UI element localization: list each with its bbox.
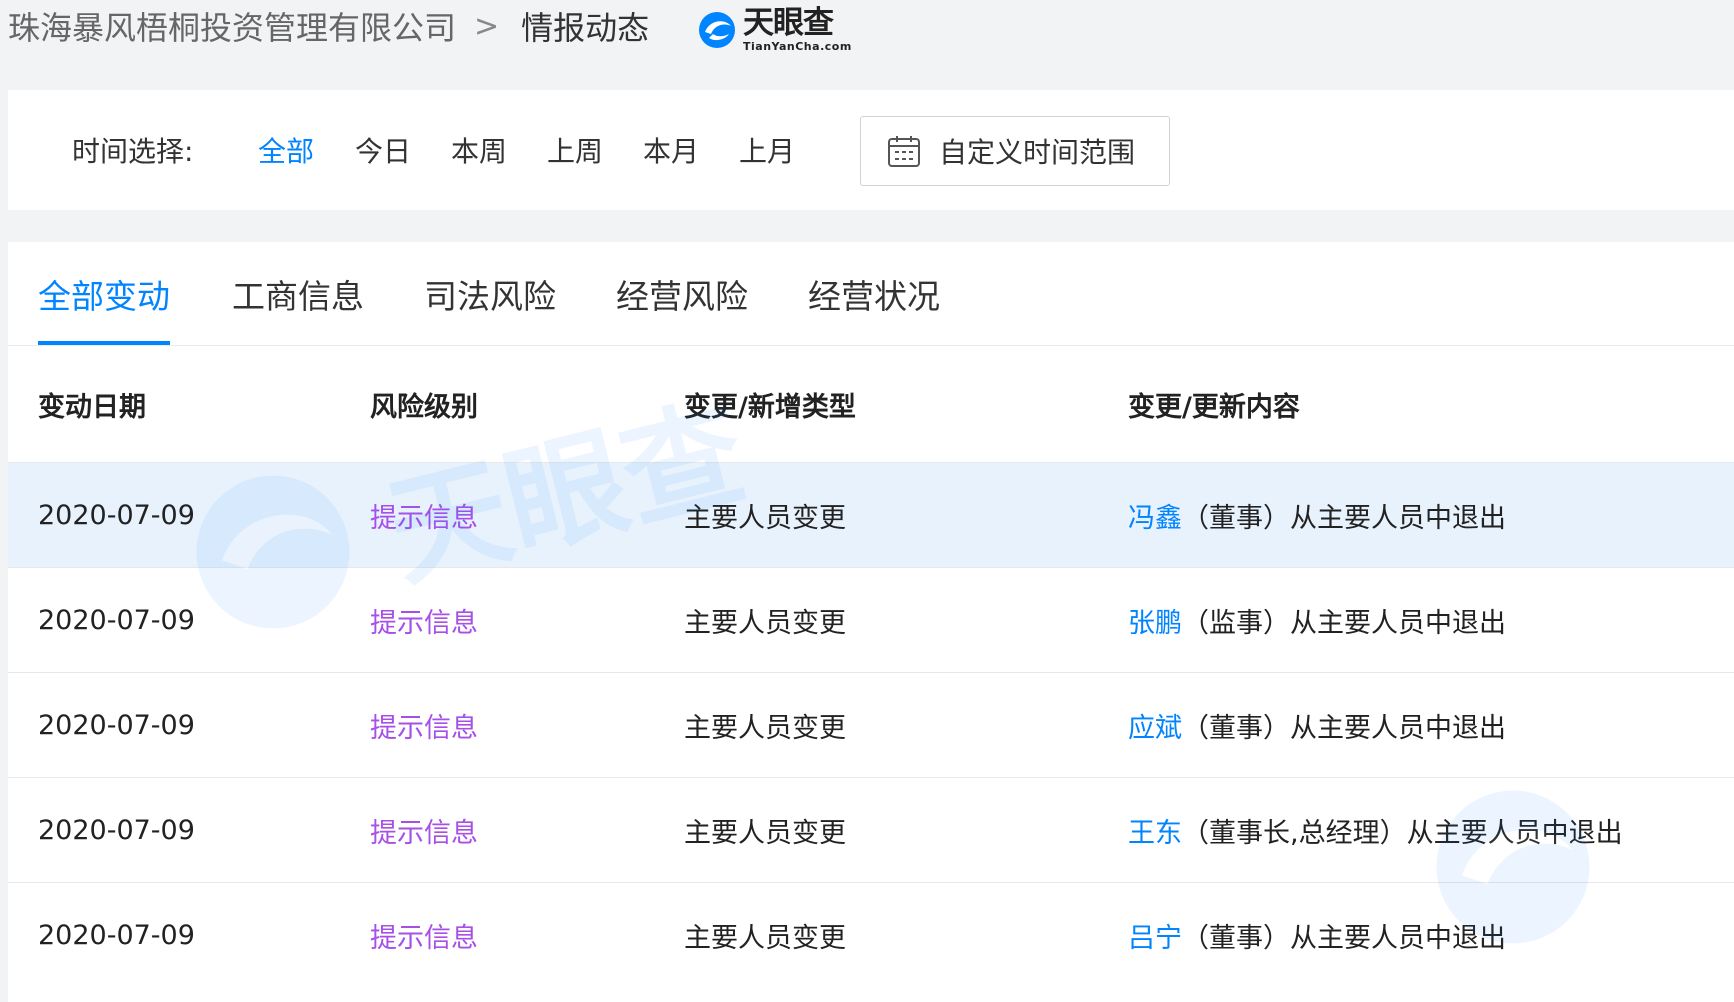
cell-risk-level[interactable]: 提示信息 — [370, 883, 478, 987]
time-filter-panel: 时间选择: 全部 今日 本周 上周 本月 上月 自定义时间范围 — [8, 90, 1734, 210]
content-text: （董事）从主要人员中退出 — [1182, 922, 1506, 954]
category-tabs: 全部变动 工商信息 司法风险 经营风险 经营状况 — [8, 242, 1734, 346]
cell-change-type: 主要人员变更 — [684, 922, 846, 954]
person-link[interactable]: 冯鑫 — [1128, 496, 1182, 535]
tab-operating-status[interactable]: 经营状况 — [808, 242, 940, 345]
breadcrumb-separator-icon: > — [474, 8, 500, 44]
changes-panel: 全部变动 工商信息 司法风险 经营风险 经营状况 变动日期 风险级别 变更/新增… — [8, 242, 1734, 1002]
logo-text-cn: 天眼查 — [743, 5, 834, 41]
tab-judicial-risk[interactable]: 司法风险 — [424, 242, 556, 345]
cell-risk-level[interactable]: 提示信息 — [370, 463, 478, 567]
content-text: （董事）从主要人员中退出 — [1182, 502, 1506, 534]
custom-range-label: 自定义时间范围 — [939, 136, 1136, 169]
table-header: 变动日期 风险级别 变更/新增类型 变更/更新内容 — [8, 346, 1734, 463]
cell-risk-level[interactable]: 提示信息 — [370, 568, 478, 672]
time-option-this-week[interactable]: 本周 — [451, 90, 507, 210]
column-header-type: 变更/新增类型 — [684, 392, 856, 423]
cell-change-type: 主要人员变更 — [684, 712, 846, 744]
person-link[interactable]: 吕宁 — [1128, 916, 1182, 955]
cell-content: 吕宁 （董事）从主要人员中退出 — [1128, 883, 1506, 987]
time-option-all[interactable]: 全部 — [258, 90, 314, 210]
cell-risk-level[interactable]: 提示信息 — [370, 673, 478, 777]
tab-operating-risk[interactable]: 经营风险 — [616, 242, 748, 345]
cell-date: 2020-07-09 — [38, 919, 195, 951]
table-row[interactable]: 2020-07-09 提示信息 主要人员变更 冯鑫 （董事）从主要人员中退出 — [8, 462, 1734, 567]
cell-change-type: 主要人员变更 — [684, 817, 846, 849]
time-option-this-month[interactable]: 本月 — [643, 90, 699, 210]
cell-content: 张鹏 （监事）从主要人员中退出 — [1128, 568, 1506, 672]
content-text: （董事长,总经理）从主要人员中退出 — [1182, 817, 1623, 849]
person-link[interactable]: 应斌 — [1128, 706, 1182, 745]
cell-change-type: 主要人员变更 — [684, 502, 846, 534]
cell-date: 2020-07-09 — [38, 814, 195, 846]
table-row[interactable]: 2020-07-09 提示信息 主要人员变更 吕宁 （董事）从主要人员中退出 — [8, 882, 1734, 987]
table-row[interactable]: 2020-07-09 提示信息 主要人员变更 王东 （董事长,总经理）从主要人员中… — [8, 777, 1734, 882]
person-link[interactable]: 王东 — [1128, 811, 1182, 850]
tab-business-info[interactable]: 工商信息 — [232, 242, 364, 345]
cell-content: 冯鑫 （董事）从主要人员中退出 — [1128, 463, 1506, 567]
person-link[interactable]: 张鹏 — [1128, 601, 1182, 640]
content-text: （董事）从主要人员中退出 — [1182, 712, 1506, 744]
cell-change-type: 主要人员变更 — [684, 607, 846, 639]
table-row[interactable]: 2020-07-09 提示信息 主要人员变更 张鹏 （监事）从主要人员中退出 — [8, 567, 1734, 672]
time-option-today[interactable]: 今日 — [355, 90, 411, 210]
cell-content: 应斌 （董事）从主要人员中退出 — [1128, 673, 1506, 777]
time-filter-label: 时间选择: — [72, 135, 194, 168]
tianyancha-logo-icon — [699, 12, 735, 48]
column-header-date: 变动日期 — [38, 392, 146, 423]
cell-date: 2020-07-09 — [38, 499, 195, 531]
time-option-last-month[interactable]: 上月 — [739, 90, 795, 210]
logo-text-en: TianYanCha.com — [743, 40, 852, 53]
column-header-risk: 风险级别 — [370, 392, 478, 423]
tianyancha-logo[interactable]: 天眼查 TianYanCha.com — [697, 6, 852, 54]
breadcrumb: 珠海暴风梧桐投资管理有限公司 > 情报动态 — [8, 0, 649, 52]
cell-content: 王东 （董事长,总经理）从主要人员中退出 — [1128, 778, 1623, 882]
breadcrumb-company[interactable]: 珠海暴风梧桐投资管理有限公司 — [8, 3, 456, 49]
table-row[interactable]: 2020-07-09 提示信息 主要人员变更 应斌 （董事）从主要人员中退出 — [8, 672, 1734, 777]
cell-date: 2020-07-09 — [38, 709, 195, 741]
breadcrumb-current: 情报动态 — [521, 9, 650, 47]
cell-risk-level[interactable]: 提示信息 — [370, 778, 478, 882]
cell-date: 2020-07-09 — [38, 604, 195, 636]
calendar-icon — [888, 136, 920, 167]
column-header-content: 变更/更新内容 — [1128, 392, 1300, 423]
custom-range-button[interactable]: 自定义时间范围 — [860, 116, 1170, 186]
tab-all-changes[interactable]: 全部变动 — [38, 242, 170, 345]
time-option-last-week[interactable]: 上周 — [547, 90, 603, 210]
content-text: （监事）从主要人员中退出 — [1182, 607, 1506, 639]
